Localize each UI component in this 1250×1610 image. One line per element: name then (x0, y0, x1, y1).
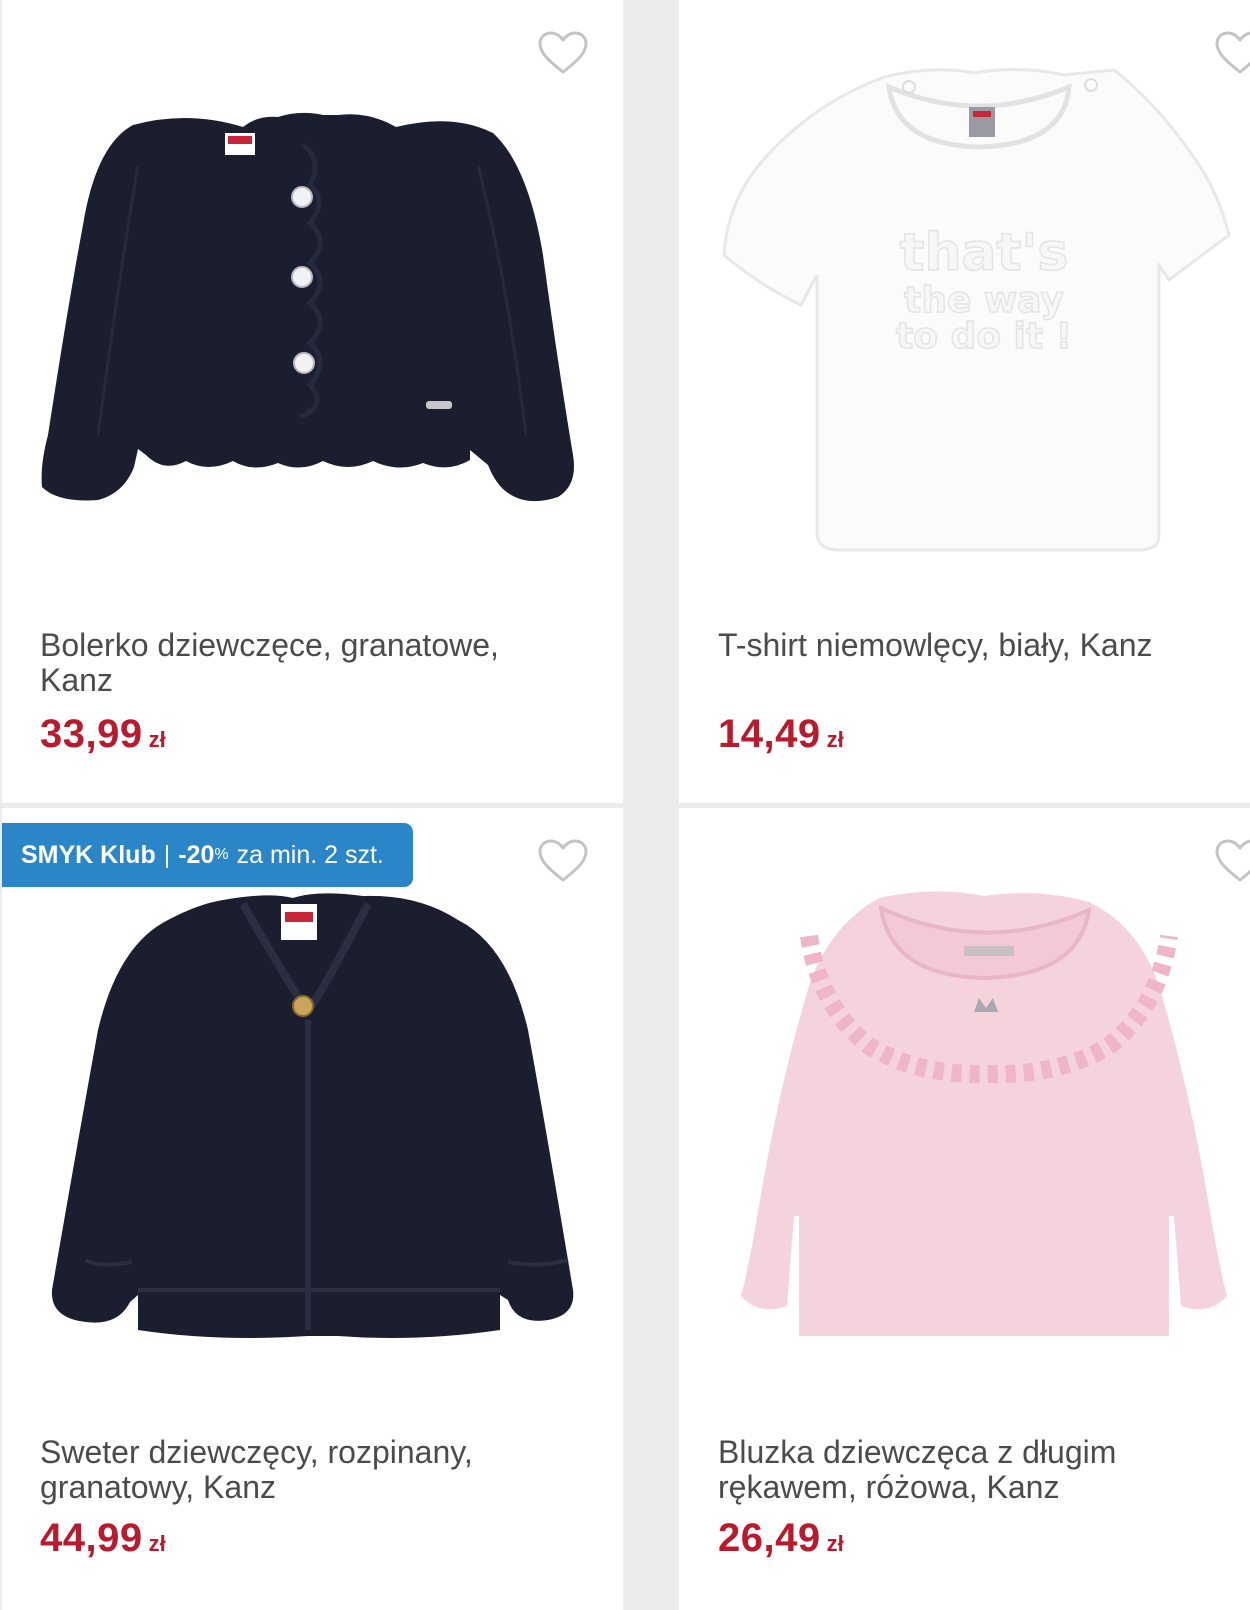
product-card[interactable]: Bluzka dziewczęca z długim rękawem, różo… (679, 808, 1250, 1610)
badge-discount: -20 (178, 840, 215, 869)
product-price: 26,49 zł (718, 1516, 844, 1561)
heart-outline-icon[interactable] (1214, 838, 1250, 884)
tshirt-print-line: to do it ! (896, 316, 1072, 357)
heart-outline-icon[interactable] (537, 838, 589, 884)
promo-badge: SMYK Klub | -20 % za min. 2 szt. (2, 823, 413, 887)
price-currency: zł (148, 727, 166, 752)
navy-bolero-image[interactable] (38, 105, 588, 515)
product-price: 14,49 zł (718, 712, 844, 757)
pink-ruffle-blouse-image[interactable] (719, 886, 1249, 1366)
price-currency: zł (826, 727, 844, 752)
product-title[interactable]: Bolerko dziewczęce, granatowe, Kanz (40, 628, 560, 698)
tshirt-print-line: that's (900, 223, 1069, 283)
heart-outline-icon[interactable] (537, 30, 589, 76)
price-currency: zł (826, 1531, 844, 1556)
price-amount: 14,49 (718, 712, 821, 756)
product-card[interactable]: that's the way to do it ! T-shirt niemow… (679, 0, 1250, 803)
product-price: 44,99 zł (40, 1516, 166, 1561)
product-title[interactable]: Bluzka dziewczęca z długim rękawem, różo… (718, 1435, 1238, 1505)
navy-cardigan-image[interactable] (38, 890, 588, 1360)
product-card[interactable]: SMYK Klub | -20 % za min. 2 szt. Sweter … (2, 808, 623, 1610)
product-grid: Bolerko dziewczęce, granatowe, Kanz 33,9… (0, 0, 1250, 1610)
badge-percent: % (214, 846, 229, 863)
product-title[interactable]: Sweter dziewczęcy, rozpinany, granatowy,… (40, 1435, 560, 1505)
product-price: 33,99 zł (40, 712, 166, 757)
price-amount: 33,99 (40, 712, 143, 756)
badge-separator: | (163, 840, 171, 869)
product-card[interactable]: Bolerko dziewczęce, granatowe, Kanz 33,9… (2, 0, 623, 803)
badge-condition: za min. 2 szt. (236, 840, 384, 869)
price-amount: 44,99 (40, 1516, 143, 1560)
price-currency: zł (148, 1531, 166, 1556)
white-tshirt-image[interactable]: that's the way to do it ! (719, 65, 1249, 575)
badge-brand: SMYK Klub (21, 840, 156, 869)
product-title[interactable]: T-shirt niemowlęcy, biały, Kanz (718, 628, 1238, 663)
tshirt-print-line: the way (904, 280, 1064, 321)
price-amount: 26,49 (718, 1516, 821, 1560)
